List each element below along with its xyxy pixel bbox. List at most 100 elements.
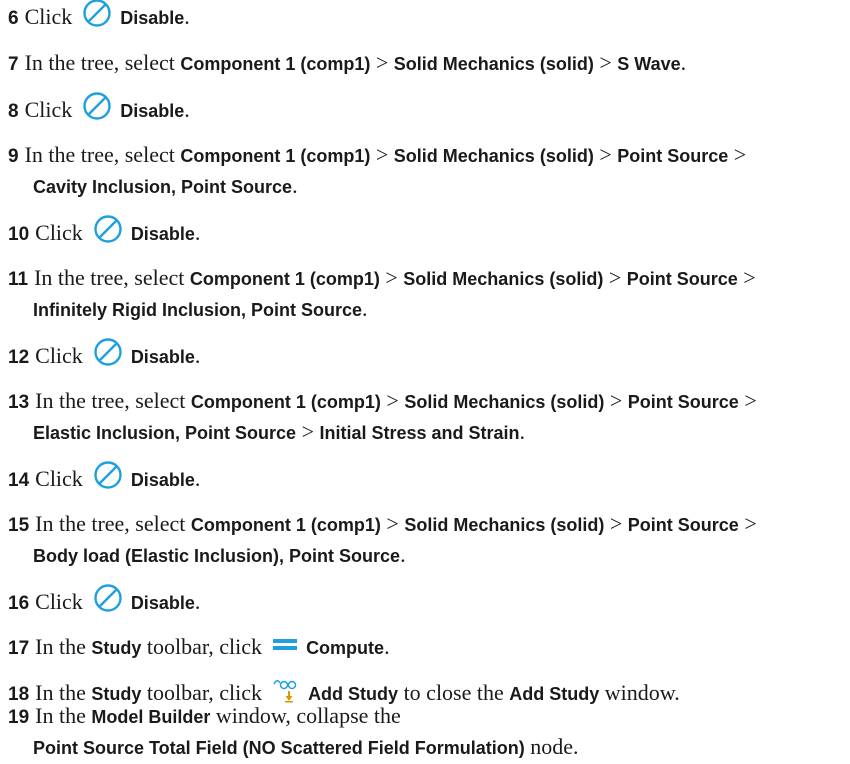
- tree-node-component[interactable]: Component 1 (comp1): [191, 392, 381, 412]
- step-12: 12 Click Disable.: [8, 337, 842, 377]
- step-number: 11: [8, 269, 29, 290]
- step-19-continued: Point Source Total Field (NO Scattered F…: [8, 731, 842, 764]
- compute-button[interactable]: Compute: [306, 638, 384, 658]
- step-number: 8: [8, 101, 19, 123]
- disable-button[interactable]: Disable: [131, 593, 195, 613]
- tree-node-component[interactable]: Component 1 (comp1): [190, 269, 380, 289]
- period: .: [184, 4, 190, 30]
- tree-node-s-wave[interactable]: S Wave: [617, 54, 680, 74]
- instruction-text: window, collapse the: [215, 703, 401, 728]
- path-separator: >: [301, 419, 314, 444]
- path-separator: >: [733, 142, 747, 167]
- step-19: 19 In the Model Builder window, collapse …: [8, 700, 842, 733]
- period: .: [194, 589, 201, 615]
- tree-node-solid-mechanics[interactable]: Solid Mechanics (solid): [404, 515, 604, 535]
- step-11: 11 In the tree, select Component 1 (comp1…: [8, 262, 842, 295]
- click-text: Click: [24, 4, 73, 30]
- period: .: [519, 419, 526, 444]
- tree-node-solid-mechanics[interactable]: Solid Mechanics (solid): [394, 146, 594, 166]
- compute-icon[interactable]: [272, 631, 298, 662]
- step-6: 6 Click Disable.: [8, 0, 842, 38]
- step-13: 13 In the tree, select Component 1 (comp1…: [8, 385, 842, 418]
- tree-node-solid-mechanics[interactable]: Solid Mechanics (solid): [403, 269, 603, 289]
- path-separator: >: [609, 388, 623, 413]
- tree-node-point-source[interactable]: Point Source: [617, 146, 728, 166]
- disable-icon[interactable]: [93, 460, 123, 498]
- tree-node-point-source[interactable]: Point Source: [627, 269, 738, 289]
- tree-node-component[interactable]: Component 1 (comp1): [180, 54, 370, 74]
- step-number: 10: [8, 224, 30, 246]
- path-separator: >: [744, 511, 757, 536]
- instruction-text: In the tree, select: [35, 388, 186, 413]
- tree-node-elastic-inclusion[interactable]: Elastic Inclusion, Point Source: [33, 423, 296, 443]
- path-separator: >: [385, 265, 398, 290]
- click-text: Click: [35, 343, 83, 369]
- period: .: [292, 173, 298, 198]
- instruction-page: 6 Click Disable. 7 In the tree, select Comp…: [0, 0, 850, 761]
- tree-node-solid-mechanics[interactable]: Solid Mechanics (solid): [404, 392, 604, 412]
- disable-icon[interactable]: [82, 0, 112, 36]
- path-separator: >: [609, 511, 623, 536]
- period: .: [680, 50, 687, 75]
- step-number: 7: [8, 54, 19, 75]
- instruction-text: In the tree, select: [34, 265, 185, 290]
- instruction-text: In the tree, select: [24, 142, 175, 167]
- tree-node-point-source[interactable]: Point Source: [628, 392, 739, 412]
- disable-icon[interactable]: [93, 583, 123, 621]
- step-13-continued: Elastic Inclusion, Point Source > Initia…: [8, 416, 842, 449]
- period: .: [194, 220, 201, 246]
- disable-button[interactable]: Disable: [131, 347, 195, 367]
- path-separator: >: [599, 50, 612, 75]
- path-separator: >: [375, 50, 389, 75]
- path-separator: >: [743, 265, 756, 290]
- instruction-text: In the: [35, 703, 86, 728]
- step-number: 6: [8, 8, 19, 30]
- step-number: 14: [8, 470, 30, 492]
- step-15: 15 In the tree, select Component 1 (comp1…: [8, 508, 842, 541]
- path-separator: >: [386, 511, 399, 536]
- step-number: 19: [8, 707, 30, 728]
- step-7: 7 In the tree, select Component 1 (comp1)…: [8, 47, 842, 80]
- tree-node-initial-stress-strain[interactable]: Initial Stress and Strain: [319, 423, 519, 443]
- step-number: 9: [8, 146, 19, 167]
- instruction-text: node.: [530, 734, 579, 759]
- period: .: [362, 296, 368, 321]
- tree-node-solid-mechanics[interactable]: Solid Mechanics (solid): [394, 54, 594, 74]
- instruction-text: toolbar, click: [146, 634, 263, 659]
- path-separator: >: [386, 388, 399, 413]
- tree-node-point-source-total-field[interactable]: Point Source Total Field (NO Scattered F…: [33, 738, 525, 758]
- step-10: 10 Click Disable.: [8, 214, 842, 254]
- period: .: [194, 343, 201, 369]
- click-text: Click: [35, 466, 83, 492]
- click-text: Click: [35, 589, 83, 615]
- model-builder-window-name: Model Builder: [91, 707, 211, 727]
- step-number: 17: [8, 638, 30, 659]
- path-separator: >: [599, 142, 612, 167]
- step-number: 13: [8, 392, 30, 413]
- disable-button[interactable]: Disable: [131, 224, 195, 244]
- disable-button[interactable]: Disable: [120, 101, 184, 121]
- tree-node-body-load[interactable]: Body load (Elastic Inclusion), Point Sou…: [33, 546, 400, 566]
- step-9-continued: Cavity Inclusion, Point Source.: [8, 170, 842, 203]
- path-separator: >: [375, 142, 389, 167]
- disable-icon[interactable]: [82, 91, 112, 129]
- period: .: [194, 466, 201, 492]
- period: .: [184, 97, 190, 123]
- step-16: 16 Click Disable.: [8, 583, 842, 623]
- period: .: [384, 634, 390, 659]
- step-15-continued: Body load (Elastic Inclusion), Point Sou…: [8, 539, 842, 572]
- period: .: [400, 542, 406, 567]
- tree-node-point-source[interactable]: Point Source: [628, 515, 739, 535]
- disable-button[interactable]: Disable: [120, 8, 184, 28]
- step-number: 16: [8, 593, 30, 615]
- tree-node-rigid-inclusion[interactable]: Infinitely Rigid Inclusion, Point Source: [33, 300, 362, 320]
- study-toolbar-name: Study: [91, 638, 142, 658]
- tree-node-cavity-inclusion[interactable]: Cavity Inclusion, Point Source: [33, 177, 292, 197]
- instruction-text: In the: [35, 634, 86, 659]
- disable-button[interactable]: Disable: [131, 470, 195, 490]
- disable-icon[interactable]: [93, 214, 123, 252]
- tree-node-component[interactable]: Component 1 (comp1): [191, 515, 381, 535]
- tree-node-component[interactable]: Component 1 (comp1): [180, 146, 370, 166]
- disable-icon[interactable]: [93, 337, 123, 375]
- path-separator: >: [608, 265, 622, 290]
